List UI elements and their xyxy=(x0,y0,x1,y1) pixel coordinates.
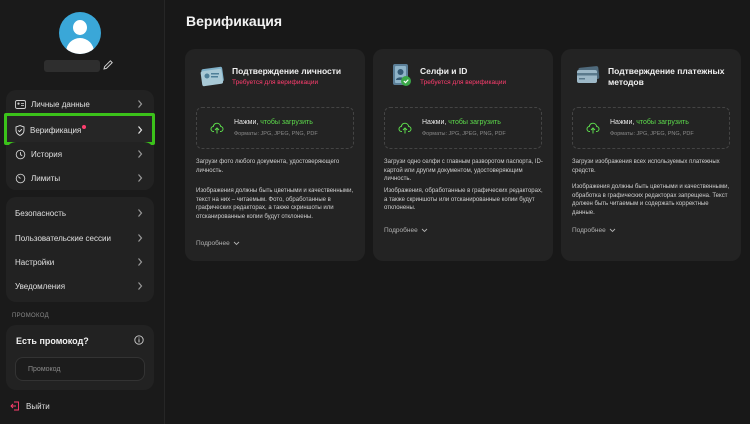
card-description: Загрузи фото любого документа, удостовер… xyxy=(196,159,340,174)
cloud-upload-icon xyxy=(210,122,224,134)
sidebar-item-limits[interactable]: Лимиты xyxy=(6,166,154,190)
shield-check-icon xyxy=(14,124,25,136)
card-description: Загрузи изображения всех используемых пл… xyxy=(572,159,720,174)
chevron-right-icon xyxy=(138,234,143,242)
sidebar-item-label: Личные данные xyxy=(31,99,90,109)
promo-card: Есть промокод? xyxy=(6,325,154,390)
required-label: Требуется для верификации xyxy=(232,79,319,86)
chevron-right-icon xyxy=(138,100,143,108)
card-requirements: Изображения, обработанные в графических … xyxy=(384,188,543,211)
sidebar-item-label: Уведомления xyxy=(15,281,66,291)
logout-button[interactable]: Выйти xyxy=(10,401,50,411)
pencil-icon[interactable] xyxy=(102,59,114,71)
upload-dropzone[interactable]: Нажми, чтобы загрузить Форматы: JPG, JPE… xyxy=(572,107,730,149)
sidebar-item-label: Настройки xyxy=(15,257,55,267)
card-title: Селфи и ID xyxy=(420,66,468,76)
sidebar-item-notifications[interactable]: Уведомления xyxy=(6,274,154,298)
sidebar-item-label: Верификация xyxy=(30,125,82,135)
more-toggle[interactable]: Подробнее xyxy=(572,227,616,234)
sidebar-item-label: Пользовательские сессии xyxy=(15,233,111,243)
card-requirements: Изображения должны быть цветными и качес… xyxy=(572,184,730,216)
id-card-icon xyxy=(15,99,26,110)
chevron-down-icon xyxy=(421,228,428,233)
chevron-right-icon xyxy=(138,209,143,217)
chevron-down-icon xyxy=(233,241,240,246)
sidebar-item-sessions[interactable]: Пользовательские сессии xyxy=(6,226,154,250)
notification-dot xyxy=(82,125,87,129)
history-icon xyxy=(15,149,26,160)
card-title: Подтверждение платежных методов xyxy=(608,66,725,87)
logout-label: Выйти xyxy=(26,401,50,411)
chevron-right-icon xyxy=(138,174,143,182)
promo-code-input[interactable] xyxy=(15,357,145,381)
logout-icon xyxy=(10,401,19,411)
more-toggle[interactable]: Подробнее xyxy=(196,240,240,247)
more-toggle[interactable]: Подробнее xyxy=(384,227,428,234)
page-title: Верификация xyxy=(186,13,283,29)
identity-verification-card: Подтверждение личности Требуется для вер… xyxy=(185,49,365,261)
info-icon[interactable] xyxy=(134,335,144,345)
sidebar-item-settings[interactable]: Настройки xyxy=(6,250,154,274)
selfie-id-card: Селфи и ID Требуется для верификации Наж… xyxy=(373,49,553,261)
promo-title: Есть промокод? xyxy=(16,336,89,346)
credit-card-icon xyxy=(577,66,600,83)
card-requirements: Изображения должны быть цветными и качес… xyxy=(196,188,354,220)
id-document-icon xyxy=(200,66,224,87)
chevron-right-icon xyxy=(138,282,143,290)
chevron-right-icon xyxy=(138,126,143,134)
sidebar-item-history[interactable]: История xyxy=(6,142,154,166)
selfie-id-icon xyxy=(393,64,411,86)
sidebar-item-verification[interactable]: Верификация xyxy=(4,113,155,145)
upload-link[interactable]: чтобы загрузить xyxy=(636,119,689,126)
chevron-right-icon xyxy=(138,150,143,158)
chevron-down-icon xyxy=(609,228,616,233)
settings-menu-group: Безопасность Пользовательские сессии Нас… xyxy=(6,197,154,302)
file-formats: Форматы: JPG, JPEG, PNG, PDF xyxy=(422,131,506,137)
chevron-right-icon xyxy=(138,258,143,266)
file-formats: Форматы: JPG, JPEG, PNG, PDF xyxy=(234,131,318,137)
promo-section-label: ПРОМОКОД xyxy=(12,313,49,319)
upload-dropzone[interactable]: Нажми, чтобы загрузить Форматы: JPG, JPE… xyxy=(196,107,354,149)
upload-link[interactable]: чтобы загрузить xyxy=(448,119,501,126)
cloud-upload-icon xyxy=(398,122,412,134)
card-title: Подтверждение личности xyxy=(232,66,342,76)
file-formats: Форматы: JPG, JPEG, PNG, PDF xyxy=(610,131,694,137)
sidebar-item-security[interactable]: Безопасность xyxy=(6,201,154,225)
sidebar-item-label: Лимиты xyxy=(31,173,61,183)
username-redacted xyxy=(44,60,100,72)
upload-link[interactable]: чтобы загрузить xyxy=(260,119,313,126)
profile-menu-group-lower: История Лимиты xyxy=(6,142,154,190)
card-description: Загрузи одно селфи с главным разворотом … xyxy=(384,159,543,182)
sidebar-item-label: История xyxy=(31,149,63,159)
cloud-upload-icon xyxy=(586,122,600,134)
payment-methods-card: Подтверждение платежных методов Нажми, ч… xyxy=(561,49,741,261)
required-label: Требуется для верификации xyxy=(420,79,507,86)
sidebar: Личные данные Верификация История Лимиты xyxy=(0,0,165,424)
avatar[interactable] xyxy=(59,12,101,54)
upload-dropzone[interactable]: Нажми, чтобы загрузить Форматы: JPG, JPE… xyxy=(384,107,542,149)
sidebar-item-label: Безопасность xyxy=(15,208,67,218)
gauge-icon xyxy=(15,173,26,184)
